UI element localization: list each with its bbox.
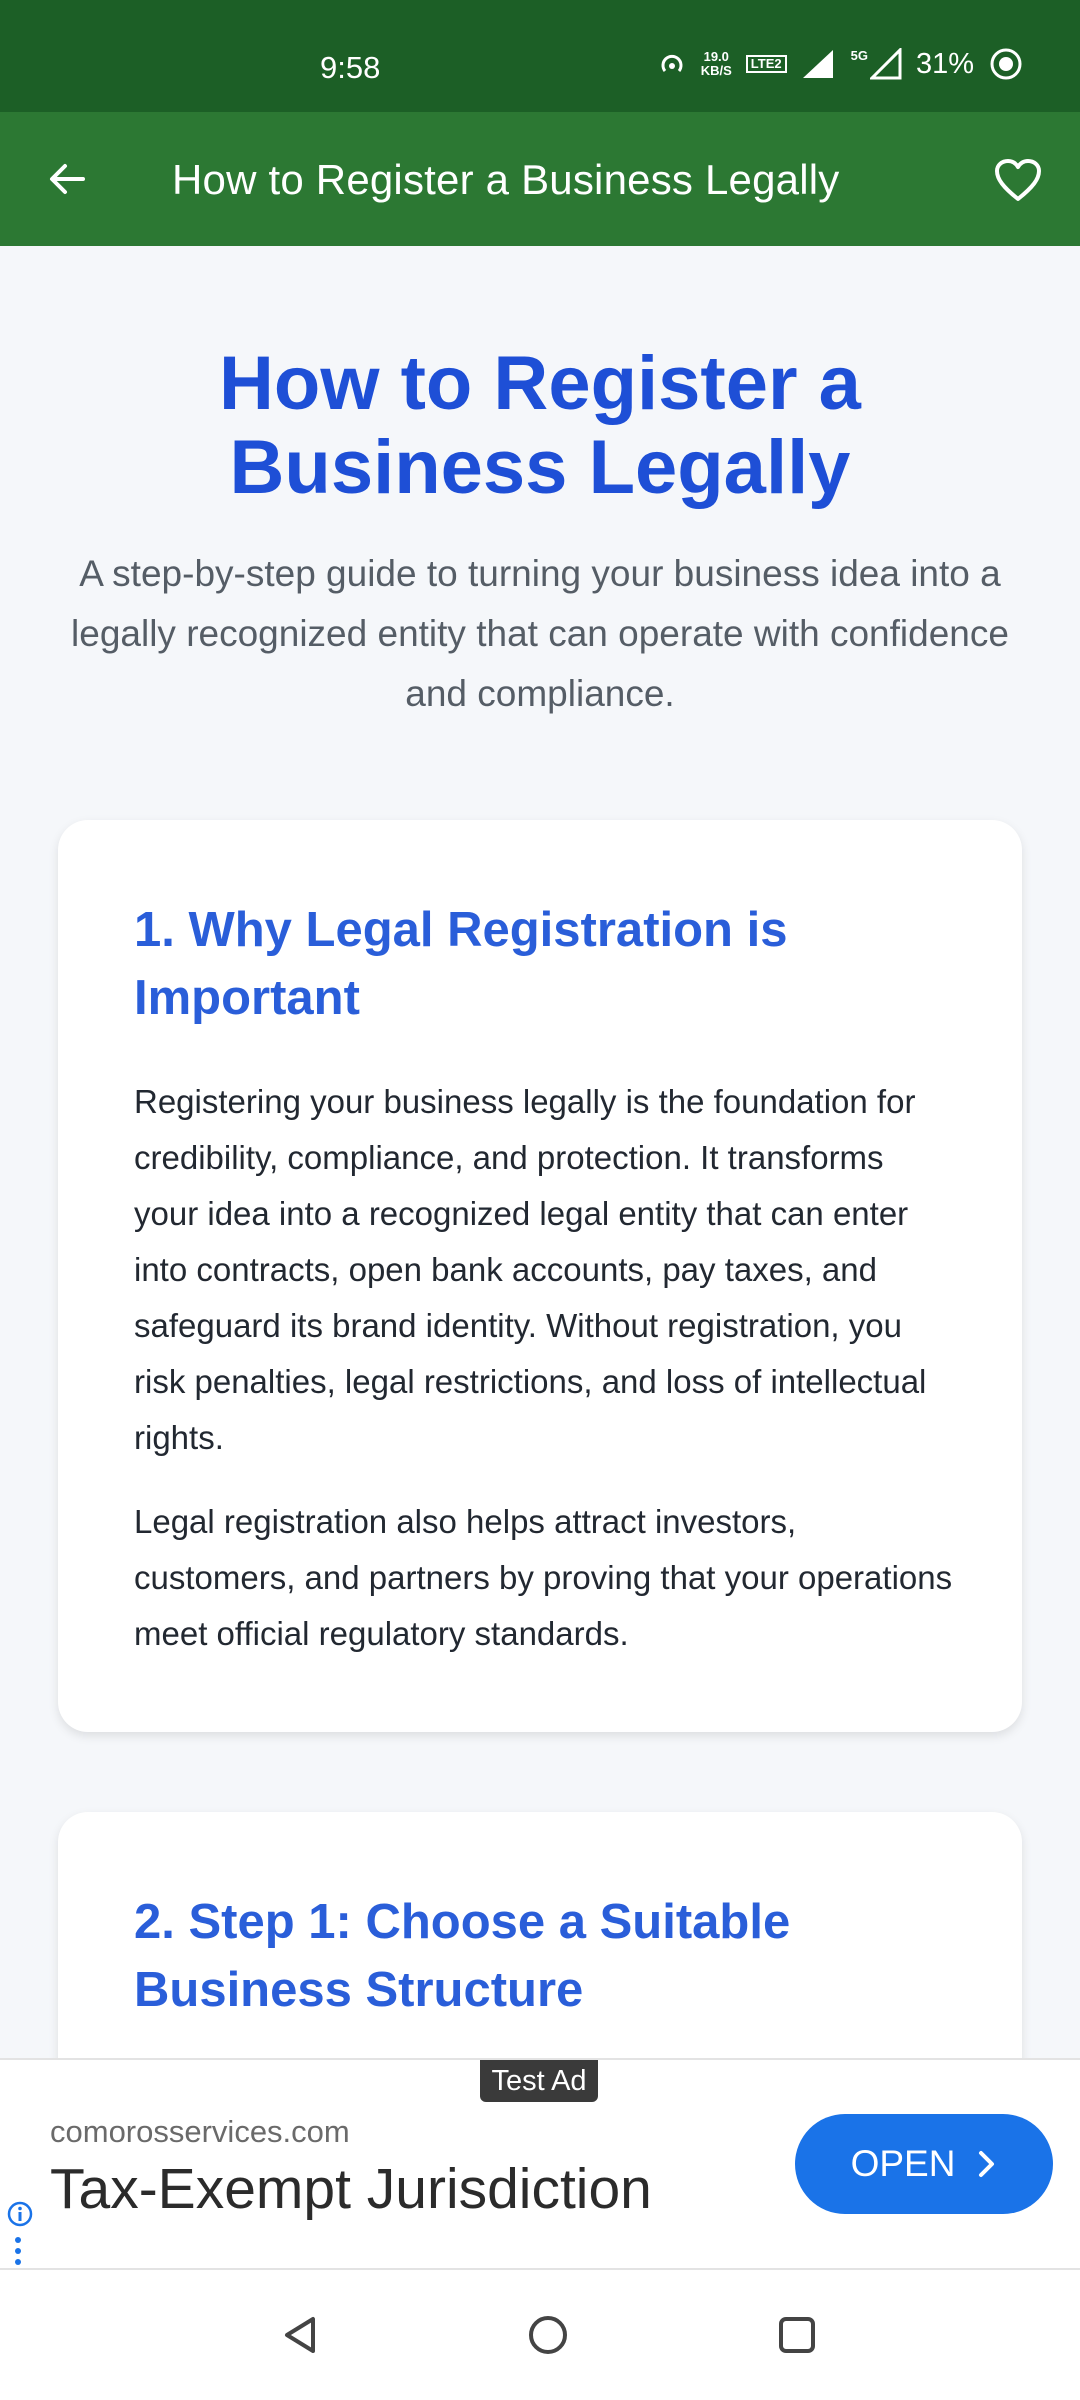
network-type: 5G <box>850 48 868 63</box>
battery-percent: 31% <box>915 47 974 80</box>
network-speed: 19.0 KB/S <box>701 50 732 78</box>
ad-domain: comorosservices.com <box>50 2114 350 2149</box>
system-nav-bar <box>0 2270 1080 2400</box>
triangle-back-icon <box>285 2317 315 2353</box>
status-icons: 19.0 KB/S LTE2 5G 31% <box>657 46 1024 82</box>
ad-headline[interactable]: Tax-Exempt Jurisdiction <box>50 2156 652 2222</box>
section-paragraph: Legal registration also helps attract in… <box>134 1503 953 1652</box>
signal-5g-icon <box>869 48 902 80</box>
back-button[interactable] <box>38 150 96 208</box>
battery-icon <box>990 48 1022 80</box>
section-heading: 1. Why Legal Registration is Important <box>134 903 788 1025</box>
nav-recents-button[interactable] <box>762 2300 832 2370</box>
ad-info-icon[interactable] <box>6 2200 34 2228</box>
ad-banner[interactable]: Test Ad comorosservices.com Tax-Exempt J… <box>0 2058 1080 2270</box>
article-subtitle: A step-by-step guide to turning your bus… <box>71 553 1009 714</box>
section-paragraph: Registering your business legally is the… <box>134 1083 927 1456</box>
square-recents-icon <box>779 2317 815 2353</box>
circle-home-icon <box>529 2316 567 2354</box>
signal-icon <box>802 50 833 78</box>
test-ad-badge: Test Ad <box>480 2060 598 2102</box>
ad-open-button[interactable]: OPEN <box>795 2114 1053 2214</box>
section-card: 1. Why Legal Registration is Important R… <box>58 820 1022 1732</box>
arrow-left-icon <box>50 164 85 194</box>
section-heading: 2. Step 1: Choose a Suitable Business St… <box>134 1895 791 2017</box>
network-speed-unit: KB/S <box>700 63 732 78</box>
nav-back-button[interactable] <box>266 2300 336 2370</box>
hotspot-icon <box>661 54 683 72</box>
signal-5g: 5G <box>851 48 902 80</box>
ad-more-options-icon[interactable] <box>14 2236 22 2266</box>
network-speed-value: 19.0 <box>703 49 729 64</box>
app-bar: How to Register a Business Legally <box>0 112 1080 246</box>
volte-lte-badge: LTE2 <box>745 55 787 73</box>
nav-home-button[interactable] <box>513 2300 583 2370</box>
ad-open-label: OPEN <box>850 2143 956 2184</box>
app-bar-title: How to Register a Business Legally <box>172 156 840 203</box>
article-title: How to Register a Business Legally <box>219 341 861 510</box>
heart-outline-icon <box>995 159 1041 201</box>
status-bar: 9:58 19.0 KB/S LTE2 5G 31% <box>0 0 1080 112</box>
article-scroll-area[interactable]: How to Register a Business Legally A ste… <box>0 246 1080 2058</box>
chevron-right-icon <box>979 2151 995 2177</box>
status-time: 9:58 <box>320 50 381 85</box>
favorite-button[interactable] <box>988 150 1048 210</box>
section-card: 2. Step 1: Choose a Suitable Business St… <box>58 1812 1022 2058</box>
